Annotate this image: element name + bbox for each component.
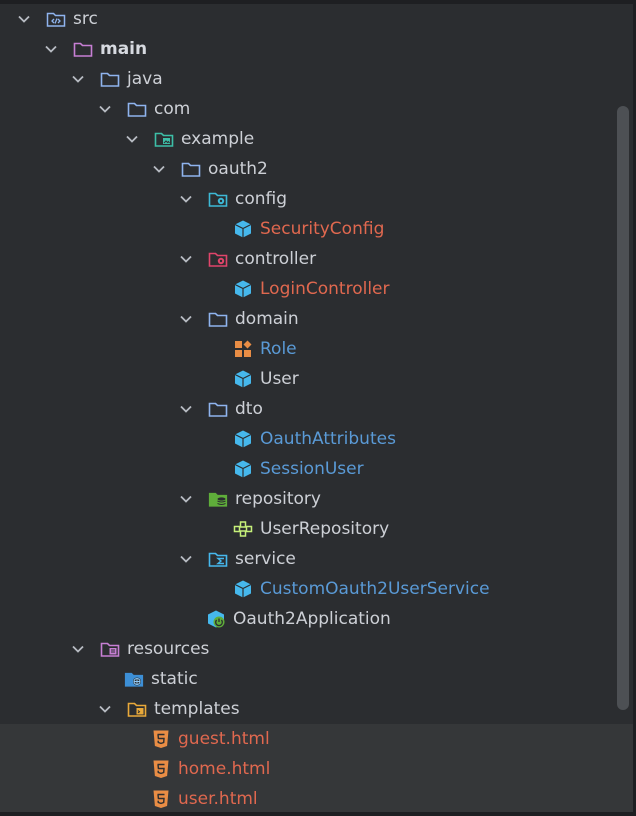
tree-row-oauthattributes[interactable]: OauthAttributes xyxy=(0,424,633,454)
tree-row-static[interactable]: static xyxy=(0,664,633,694)
tree-row-label: controller xyxy=(235,249,317,269)
chevron-down-icon[interactable] xyxy=(16,11,32,27)
chevron-down-icon[interactable] xyxy=(70,71,86,87)
folder-icon xyxy=(127,99,147,119)
chevron-down-icon[interactable] xyxy=(178,311,194,327)
tree-row-oauth2application[interactable]: Oauth2Application xyxy=(0,604,633,634)
tree-row-label: SessionUser xyxy=(260,459,364,479)
tree-row-label: templates xyxy=(154,699,240,719)
vertical-scrollbar-thumb[interactable] xyxy=(617,106,629,710)
folder-icon xyxy=(73,39,93,59)
tree-row-label: Oauth2Application xyxy=(233,609,391,629)
tree-row-role[interactable]: Role xyxy=(0,334,633,364)
java-interface-icon xyxy=(233,519,253,539)
controller-folder-icon xyxy=(208,249,228,269)
tree-row-label: src xyxy=(73,9,98,29)
tree-row-customoauth2userservice[interactable]: CustomOauth2UserService xyxy=(0,574,633,604)
java-class-icon xyxy=(233,429,253,449)
tree-row-label: OauthAttributes xyxy=(260,429,396,449)
tree-row-label: user.html xyxy=(178,789,258,809)
chevron-down-icon[interactable] xyxy=(97,701,113,717)
tree-row-label: static xyxy=(151,669,198,689)
panel-bottom-edge xyxy=(0,812,636,816)
service-folder-icon xyxy=(208,549,228,569)
tree-row-userrepository[interactable]: UserRepository xyxy=(0,514,633,544)
folder-icon xyxy=(208,309,228,329)
chevron-down-icon[interactable] xyxy=(70,641,86,657)
project-tree-panel: src main java com example oauth2 config xyxy=(0,0,636,816)
chevron-down-icon[interactable] xyxy=(178,401,194,417)
tree-row-label: com xyxy=(154,99,191,119)
database-folder-icon xyxy=(208,489,228,509)
tree-row-label: service xyxy=(235,549,296,569)
java-class-icon xyxy=(233,279,253,299)
tree-row-label: java xyxy=(127,69,163,89)
tree-row-controller[interactable]: controller xyxy=(0,244,633,274)
tree-row-label: example xyxy=(181,129,255,149)
tree-row-label: SecurityConfig xyxy=(260,219,385,239)
java-class-icon xyxy=(233,219,253,239)
tree-row-label: dto xyxy=(235,399,263,419)
tree-row-templates[interactable]: templates xyxy=(0,694,633,724)
package-image-folder-icon xyxy=(154,129,174,149)
tree-row-securityconfig[interactable]: SecurityConfig xyxy=(0,214,633,244)
chevron-down-icon[interactable] xyxy=(124,131,140,147)
tree-row-service[interactable]: service xyxy=(0,544,633,574)
tree-row-label: main xyxy=(100,39,148,59)
folder-icon xyxy=(181,159,201,179)
tree-row-label: home.html xyxy=(178,759,271,779)
tree-row-resources[interactable]: resources xyxy=(0,634,633,664)
tree-row-label: resources xyxy=(127,639,210,659)
tree-row-sessionuser[interactable]: SessionUser xyxy=(0,454,633,484)
tree-row-home-html[interactable]: home.html xyxy=(0,754,633,784)
config-folder-icon xyxy=(208,189,228,209)
web-folder-icon xyxy=(124,669,144,689)
chevron-down-icon[interactable] xyxy=(178,251,194,267)
folder-icon xyxy=(208,399,228,419)
chevron-down-icon[interactable] xyxy=(178,551,194,567)
tree-row-label: repository xyxy=(235,489,321,509)
tree-row-label: guest.html xyxy=(178,729,270,749)
tree-row-label: CustomOauth2UserService xyxy=(260,579,490,599)
chevron-down-icon[interactable] xyxy=(151,161,167,177)
tree-row-config[interactable]: config xyxy=(0,184,633,214)
tree-row-label: UserRepository xyxy=(260,519,390,539)
tree-row-logincontroller[interactable]: LoginController xyxy=(0,274,633,304)
java-class-icon xyxy=(233,369,253,389)
tree-row-oauth2[interactable]: oauth2 xyxy=(0,154,633,184)
folder-icon xyxy=(100,69,120,89)
chevron-down-icon[interactable] xyxy=(97,101,113,117)
tree-row-example[interactable]: example xyxy=(0,124,633,154)
tree-row-label: User xyxy=(260,369,299,389)
tree-row-label: oauth2 xyxy=(208,159,268,179)
tree-row-repository[interactable]: repository xyxy=(0,484,633,514)
chevron-down-icon[interactable] xyxy=(178,191,194,207)
html5-icon xyxy=(151,759,171,779)
html5-icon xyxy=(151,729,171,749)
tree-row-domain[interactable]: domain xyxy=(0,304,633,334)
tree-row-guest-html[interactable]: guest.html xyxy=(0,724,633,754)
tree-row-label: Role xyxy=(260,339,297,359)
tree-row-com[interactable]: com xyxy=(0,94,633,124)
tree-row-java[interactable]: java xyxy=(0,64,633,94)
java-class-icon xyxy=(233,579,253,599)
tree-row-src[interactable]: src xyxy=(0,4,633,34)
tree-row-user-html[interactable]: user.html xyxy=(0,784,633,814)
java-class-icon xyxy=(233,459,253,479)
tree-row-label: config xyxy=(235,189,288,209)
tree-row-main[interactable]: main xyxy=(0,34,633,64)
spring-app-icon xyxy=(206,609,226,629)
tree-row-user[interactable]: User xyxy=(0,364,633,394)
chevron-down-icon[interactable] xyxy=(178,491,194,507)
tree-row-label: domain xyxy=(235,309,299,329)
source-folder-icon xyxy=(46,9,66,29)
chevron-down-icon[interactable] xyxy=(43,41,59,57)
resources-folder-icon xyxy=(100,639,120,659)
tree-row-label: LoginController xyxy=(260,279,390,299)
html5-icon xyxy=(151,789,171,809)
templates-folder-icon xyxy=(127,699,147,719)
tree-row-dto[interactable]: dto xyxy=(0,394,633,424)
java-enum-icon xyxy=(233,339,253,359)
